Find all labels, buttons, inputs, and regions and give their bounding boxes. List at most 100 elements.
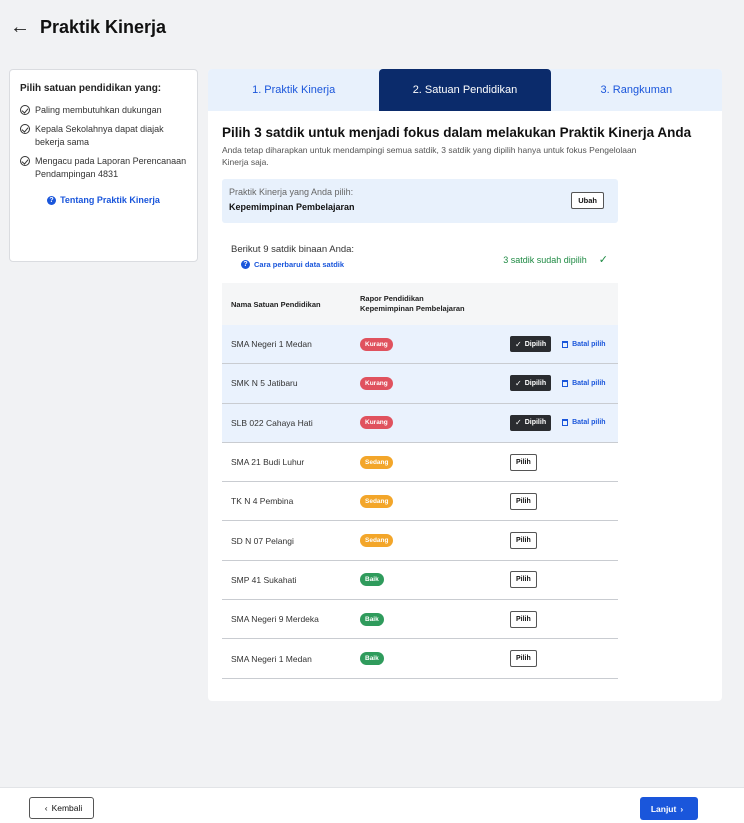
selected-status: 3 satdik sudah dipilih ✓ [503,253,608,266]
column-header-rapor: Rapor Pendidikan Kepemimpinan Pembelajar… [360,294,510,314]
rapor-badge: Kurang [360,416,393,430]
stepper-tabs: 1. Praktik Kinerja 2. Satuan Pendidikan … [208,69,722,111]
main-content: Pilih 3 satdik untuk menjadi fokus dalam… [208,111,722,679]
satdik-name: SMA Negeri 1 Medan [231,653,312,664]
table-row: SMA Negeri 1 Medan Baik Pilih [222,639,618,679]
action-cell: ✓ Dipilih Batal pilih [510,414,606,431]
pilih-button[interactable]: Pilih [510,610,537,628]
pilih-button[interactable]: Pilih [510,571,537,589]
satdik-name: SLB 022 Cahaya Hati [231,417,313,428]
rapor-cell: Kurang [360,337,510,351]
rapor-cell: Sedang [360,455,510,469]
dipilih-label: Dipilih [524,419,547,427]
chevron-right-icon: › [680,803,684,814]
rapor-badge: Kurang [360,337,393,351]
check-icon: ✓ [515,378,522,388]
batal-pilih-label: Batal pilih [572,419,606,427]
ubah-button[interactable]: Ubah [571,192,604,209]
guidance-item: Mengacu pada Laporan Perencanaan Pendamp… [20,155,187,181]
table-row: SMP 41 Sukahati Baik Pilih [222,561,618,601]
tab-rangkuman[interactable]: 3. Rangkuman [551,69,722,111]
dipilih-label: Dipilih [524,340,547,348]
check-icon: ✓ [515,418,522,428]
rapor-cell: Sedang [360,534,510,548]
guidance-item-label: Paling membutuhkan dukungan [35,105,162,115]
dipilih-button[interactable]: ✓ Dipilih [510,336,552,353]
tab-satuan-pendidikan[interactable]: 2. Satuan Pendidikan [379,69,551,111]
rapor-badge: Sedang [360,494,394,508]
action-cell: Pilih [510,610,537,628]
table-row: TK N 4 Pembina Sedang Pilih [222,482,618,522]
satdik-name: SD N 07 Pelangi [231,535,294,546]
rapor-cell: Baik [360,652,510,666]
satdik-name: SMP 41 Sukahati [231,574,297,585]
footer-bar: ‹ Kembali Lanjut › [0,787,744,823]
about-praktik-label: Tentang Praktik Kinerja [60,195,160,205]
pilih-button[interactable]: Pilih [510,492,537,510]
section-subtext: Anda tetap diharapkan untuk mendampingi … [222,145,637,167]
batal-pilih-button[interactable]: Batal pilih [562,419,606,427]
table-row: SMA Negeri 1 Medan Kurang ✓ Dipilih Batal… [222,325,618,365]
dipilih-label: Dipilih [524,379,547,387]
rapor-cell: Sedang [360,494,510,508]
rapor-badge: Kurang [360,376,393,390]
rapor-badge: Sedang [360,455,394,469]
pilih-button[interactable]: Pilih [510,650,537,668]
main-card: 1. Praktik Kinerja 2. Satuan Pendidikan … [208,69,722,701]
column-header-rapor-line2: Kepemimpinan Pembelajaran [360,304,465,313]
rapor-cell: Baik [360,612,510,626]
rapor-badge: Baik [360,652,384,666]
trash-icon [562,419,569,427]
kembali-button[interactable]: ‹ Kembali [29,797,94,819]
rapor-cell: Kurang [360,376,510,390]
batal-pilih-label: Batal pilih [572,379,606,387]
action-cell: Pilih [510,650,537,668]
rapor-badge: Sedang [360,534,394,548]
batal-pilih-button[interactable]: Batal pilih [562,379,606,387]
action-cell: Pilih [510,492,537,510]
section-heading: Pilih 3 satdik untuk menjadi fokus dalam… [222,125,692,140]
table-row: SD N 07 Pelangi Sedang Pilih [222,521,618,561]
satdik-info-row: Berikut 9 satdik binaan Anda: ? Cara per… [222,223,618,283]
guidance-card: Pilih satuan pendidikan yang: Paling mem… [9,69,198,262]
selected-status-label: 3 satdik sudah dipilih [503,254,587,265]
guidance-item-label: Mengacu pada Laporan Perencanaan Pendamp… [35,156,187,179]
guidance-item: Paling membutuhkan dukungan [20,104,187,117]
rapor-badge: Baik [360,573,384,587]
dipilih-button[interactable]: ✓ Dipilih [510,375,552,392]
trash-icon [562,379,569,387]
satdik-name: TK N 4 Pembina [231,496,294,507]
dipilih-button[interactable]: ✓ Dipilih [510,414,552,431]
rapor-cell: Baik [360,573,510,587]
update-data-label: Cara perbarui data satdik [254,260,345,269]
guidance-item: Kepala Sekolahnya dapat diajak bekerja s… [20,123,187,149]
tab-praktik-kinerja[interactable]: 1. Praktik Kinerja [208,69,379,111]
check-circle-icon [20,156,30,166]
check-circle-icon [20,124,30,134]
guidance-list: Paling membutuhkan dukungan Kepala Sekol… [20,104,187,181]
satdik-name: SMA Negeri 9 Merdeka [231,614,319,625]
trash-icon [562,340,569,348]
check-icon: ✓ [598,254,608,266]
pilih-button[interactable]: Pilih [510,532,537,550]
check-circle-icon [20,105,30,115]
about-praktik-link[interactable]: ? Tentang Praktik Kinerja [20,195,187,205]
satdik-name: SMA Negeri 1 Medan [231,339,312,350]
satdik-table: Nama Satuan Pendidikan Rapor Pendidikan … [222,283,618,679]
back-arrow-icon[interactable]: ← [8,16,32,39]
action-cell: Pilih [510,571,537,589]
action-cell: ✓ Dipilih Batal pilih [510,375,606,392]
column-header-name: Nama Satuan Pendidikan [231,299,321,309]
kembali-label: Kembali [51,803,83,813]
update-data-link[interactable]: ? Cara perbarui data satdik [241,260,344,269]
pilih-button[interactable]: Pilih [510,453,537,471]
question-icon: ? [47,195,57,205]
table-row: SLB 022 Cahaya Hati Kurang ✓ Dipilih Bata… [222,403,618,443]
question-icon: ? [241,260,250,269]
lanjut-button[interactable]: Lanjut › [640,797,698,820]
column-header-rapor-line1: Rapor Pendidikan [360,294,424,303]
action-cell: Pilih [510,532,537,550]
chevron-left-icon: ‹ [44,803,48,813]
batal-pilih-button[interactable]: Batal pilih [562,340,606,348]
page-title: Praktik Kinerja [40,16,167,37]
